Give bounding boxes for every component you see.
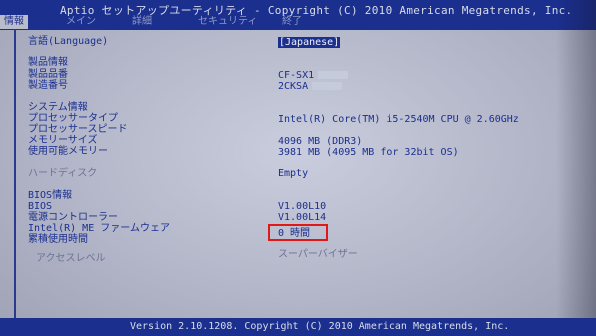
serial-value: 2CKSA xyxy=(278,81,343,92)
left-divider xyxy=(14,29,16,329)
memory-size-value: 4096 MB (DDR3) xyxy=(278,136,363,147)
access-level-label: アクセスレベル xyxy=(36,253,106,264)
system-heading: システム情報 xyxy=(28,102,88,113)
usable-memory-label: 使用可能メモリー xyxy=(28,146,108,157)
language-value[interactable]: [Japanese] xyxy=(278,37,341,48)
bios-label: BIOS xyxy=(28,201,53,212)
tab-advanced[interactable]: 詳細 xyxy=(128,15,156,29)
usable-memory-value: 3981 MB (4095 MB for 32bit OS) xyxy=(278,147,459,158)
product-heading: 製品情報 xyxy=(28,57,68,68)
processor-type-label: プロセッサータイプ xyxy=(28,113,118,124)
footer-version: Version 2.10.1208. Copyright (C) 2010 Am… xyxy=(130,321,510,332)
model-label: 製品品番 xyxy=(28,69,68,80)
bios-value: V1.00L10 xyxy=(278,201,327,212)
tab-main[interactable]: メイン xyxy=(62,15,100,29)
model-value: CF-SX1 xyxy=(278,70,349,81)
language-select[interactable]: [Japanese] xyxy=(278,37,341,48)
edge-shading xyxy=(556,0,596,336)
header-bar: Aptio セットアップユーティリティ - Copyright (C) 2010… xyxy=(0,0,596,30)
me-firmware-label: Intel(R) ME ファームウェア xyxy=(28,223,170,234)
bios-screen: Aptio セットアップユーティリティ - Copyright (C) 2010… xyxy=(0,0,596,336)
memory-size-label: メモリーサイズ xyxy=(28,135,98,146)
usage-time-value: 0 時間 xyxy=(278,228,311,239)
tab-info[interactable]: 情報 xyxy=(0,15,28,29)
processor-speed-label: プロセッサースピード xyxy=(28,124,128,135)
access-level-value: スーパーバイザー xyxy=(278,249,358,260)
tab-exit[interactable]: 終了 xyxy=(278,15,306,29)
footer-bar: Version 2.10.1208. Copyright (C) 2010 Am… xyxy=(0,318,596,336)
tab-security[interactable]: セキュリティ xyxy=(194,15,261,29)
ec-label: 電源コントローラー xyxy=(28,212,118,223)
serial-label: 製造番号 xyxy=(28,80,68,91)
ec-value: V1.00L14 xyxy=(278,212,327,223)
serial-text: 2CKSA xyxy=(278,81,309,92)
usage-time-label: 累積使用時間 xyxy=(28,234,88,245)
processor-type-value: Intel(R) Core(TM) i5-2540M CPU @ 2.60GHz xyxy=(278,114,519,125)
redacted-block xyxy=(312,82,343,90)
language-label: 言語(Language) xyxy=(28,36,109,47)
hdd-value: Empty xyxy=(278,168,309,179)
redacted-block xyxy=(318,71,349,79)
model-text: CF-SX1 xyxy=(278,70,315,81)
hdd-label: ハードディスク xyxy=(28,168,98,179)
bios-heading: BIOS情報 xyxy=(28,190,73,201)
